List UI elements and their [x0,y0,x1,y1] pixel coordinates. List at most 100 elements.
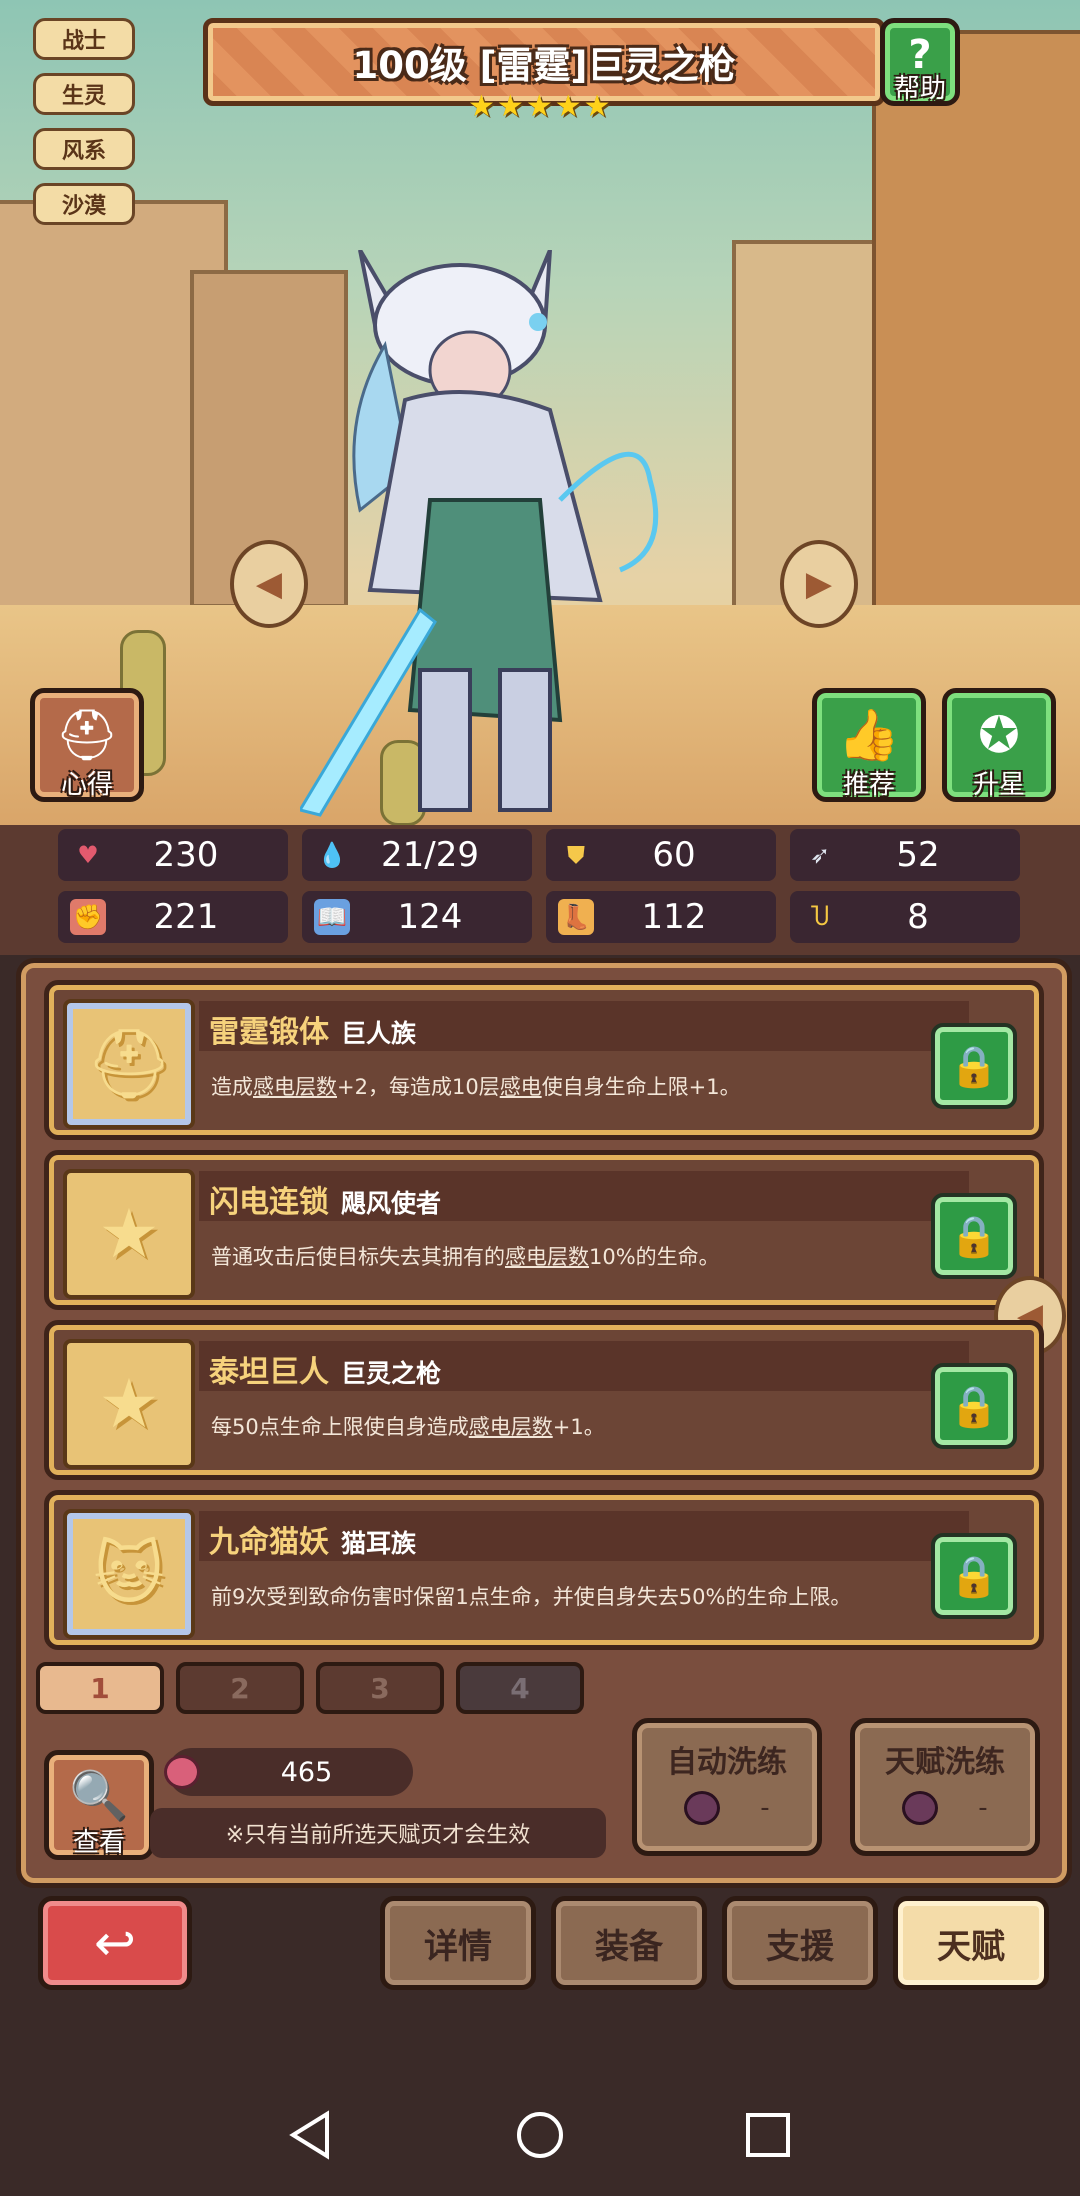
stat-dodge: ➶ 52 [790,829,1020,881]
talent-race: 巨灵之枪 [341,1359,442,1388]
star-up-label: 升星 [972,770,1025,800]
talent-reroll-button[interactable]: 天赋洗练 - [850,1718,1040,1856]
tag-element: 风系 [33,128,135,170]
hero-tags: 战士 生灵 风系 沙漠 [33,18,135,225]
talent-page-tabs: 1 2 3 4 [36,1662,584,1714]
star-up-button[interactable]: ✪ 升星 [942,688,1056,802]
talent-page-tab[interactable]: 2 [176,1662,304,1714]
padlock-icon: 🔒 [949,1383,999,1430]
tab-support[interactable]: 支援 [722,1896,878,1990]
mana-drop-icon: 💧 [317,841,347,869]
horseshoe-icon: Ⴎ [810,903,830,931]
nav-recents-button[interactable] [743,2110,793,2160]
padlock-icon: 🔒 [949,1043,999,1090]
tag-race: 生灵 [33,73,135,115]
talent-desc: 造成感电层数+2，每造成10层感电使自身生命上限+1。 [211,1075,741,1099]
talent-icon-frame: ⛑ [63,999,195,1129]
talent-race: 飓风使者 [341,1189,442,1218]
star-icon: ★ [583,89,611,124]
talent-card[interactable]: 🐱 九命猫妖 猫耳族 前9次受到致命伤害时保留1点生命，并使自身失去50%的生命上… [44,1490,1044,1650]
stat-mana: 💧 21/29 [302,829,532,881]
stat-value: 8 [907,897,929,937]
tab-equipment[interactable]: 装备 [551,1896,707,1990]
nav-home-button[interactable] [515,2110,565,2160]
stat-magic: 📖 124 [302,891,532,943]
talent-race: 巨人族 [341,1019,417,1048]
cat-head-icon: 🐱 [93,1534,165,1614]
stat-value: 60 [652,835,696,875]
tab-talent[interactable]: 天赋 [893,1896,1049,1990]
talent-page-tab[interactable]: 1 [36,1662,164,1714]
talent-lock-button[interactable]: 🔒 [931,1533,1017,1619]
stat-value: 52 [896,835,940,875]
tag-class: 战士 [33,18,135,60]
auto-reroll-label: 自动洗练 [667,1745,787,1780]
giant-helmet-icon: ⛑ [85,1025,173,1104]
spellbook-icon: 📖 [314,899,350,935]
stat-luck: Ⴎ 8 [790,891,1020,943]
tab-details[interactable]: 详情 [380,1896,536,1990]
talent-icon-frame: 🐱 [63,1509,195,1639]
boot-icon: 👢 [558,899,594,935]
square-recents-icon [746,2113,790,2157]
back-button[interactable]: ↩ [38,1896,192,1990]
tag-terrain: 沙漠 [33,183,135,225]
dark-fruit-icon [684,1791,721,1825]
stat-hp: ♥ 230 [58,829,288,881]
star-icon: ★ [468,89,495,124]
star-icon: ★ [554,89,582,124]
prev-hero-button[interactable]: ◀ [230,540,308,628]
auto-reroll-cost: - [760,1793,770,1823]
stat-value: 21/29 [381,835,479,875]
star-icon: ★ [525,89,553,124]
magnifier-icon: 🔍 [69,1767,129,1824]
talent-lock-button[interactable]: 🔒 [931,1363,1017,1449]
auto-reroll-button[interactable]: 自动洗练 - [632,1718,822,1856]
star-icon: ★ [98,1194,160,1274]
talent-icon-frame: ★ [63,1169,195,1299]
talent-card[interactable]: ⛑ 雷霆锻体 巨人族 造成感电层数+2，每造成10层感电使自身生命上限+1。 🔒 [44,980,1044,1140]
talent-lock-button[interactable]: 🔒 [931,1193,1017,1279]
talent-name: 雷霆锻体 [209,1015,329,1050]
hero-title: 100级 [雷霆]巨灵之枪 [352,44,736,87]
talent-icon-frame: ★ [63,1339,195,1469]
stat-armor: ⛊ 60 [546,829,776,881]
talent-card[interactable]: ★ 闪电连锁 飓风使者 普通攻击后使目标失去其拥有的感电层数10%的生命。 🔒 [44,1150,1044,1310]
arrow-right-icon: ▶ [805,564,833,604]
shield-icon: ⛊ [567,841,585,869]
experience-label: 心得 [60,770,113,800]
talent-name: 泰坦巨人 [209,1355,329,1390]
recommend-label: 推荐 [842,770,895,800]
hero-stats: ♥ 230 💧 21/29 ⛊ 60 ➶ 52 ✊ 221 📖 124 👢 11… [0,825,1080,955]
circle-home-icon [517,2112,563,2158]
padlock-icon: 🔒 [949,1553,999,1600]
star-icon: ★ [98,1364,160,1444]
fruit-icon [164,1755,200,1789]
stat-speed: 👢 112 [546,891,776,943]
star-icon: ★ [496,89,524,124]
thumbs-up-icon: 👍 [837,705,901,764]
fruit-counter: 465 [164,1748,413,1796]
star-badge-icon: ✪ [978,706,1020,764]
stat-value: 230 [153,835,219,875]
talent-card[interactable]: ★ 泰坦巨人 巨灵之枪 每50点生命上限使自身造成感电层数+1。 🔒 [44,1320,1044,1480]
stat-value: 124 [397,897,463,937]
hero-star-rating: ★ ★ ★ ★ ★ [468,92,611,122]
view-label: 查看 [72,1828,125,1858]
view-button[interactable]: 🔍 查看 [44,1750,154,1860]
experience-button[interactable]: ⛑ 心得 [30,688,144,802]
next-hero-button[interactable]: ▶ [780,540,858,628]
talent-page-tab[interactable]: 3 [316,1662,444,1714]
hero-sprite[interactable] [300,250,700,820]
recommend-button[interactable]: 👍 推荐 [812,688,926,802]
talent-name: 九命猫妖 [209,1525,329,1560]
help-button[interactable]: ? 帮助 [880,18,960,106]
dark-fruit-icon [902,1791,939,1825]
talent-desc: 每50点生命上限使自身造成感电层数+1。 [211,1415,605,1439]
battle-scene: 战士 生灵 风系 沙漠 100级 [雷霆]巨灵之枪 ★ ★ ★ ★ ★ ? 帮助… [0,0,1080,825]
talent-page-tab[interactable]: 4 [456,1662,584,1714]
nav-back-button[interactable] [285,2110,335,2160]
talent-lock-button[interactable]: 🔒 [931,1023,1017,1109]
talent-reroll-cost: - [978,1793,988,1823]
fist-icon: ✊ [70,899,106,935]
